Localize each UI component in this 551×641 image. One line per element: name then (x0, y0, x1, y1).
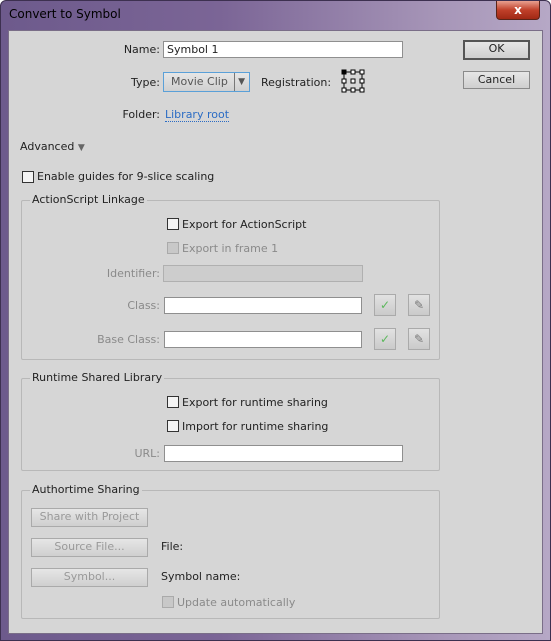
source-file-button[interactable]: Source File... (31, 538, 148, 557)
authortime-legend: Authortime Sharing (30, 483, 142, 496)
advanced-toggle[interactable]: Advanced ▼ (20, 140, 85, 153)
folder-label: Folder: (122, 108, 160, 121)
advanced-label: Advanced (20, 140, 75, 153)
window-title: Convert to Symbol (9, 7, 121, 21)
nine-slice-checkbox[interactable] (22, 171, 34, 183)
ok-button[interactable]: OK (463, 40, 530, 60)
file-label: File: (161, 540, 184, 553)
name-label: Name: (123, 43, 160, 56)
pencil-icon: ✎ (413, 332, 425, 346)
validate-base-class-button[interactable]: ✓ (374, 328, 396, 350)
edit-class-button[interactable]: ✎ (408, 294, 430, 316)
type-label: Type: (131, 76, 160, 89)
export-actionscript-checkbox[interactable] (167, 218, 179, 230)
actionscript-legend: ActionScript Linkage (30, 193, 147, 206)
url-label: URL: (134, 447, 160, 460)
check-icon: ✓ (379, 332, 391, 346)
registration-grid[interactable] (341, 69, 365, 93)
update-automatically-label: Update automatically (177, 596, 296, 609)
name-input[interactable]: Symbol 1 (163, 41, 403, 58)
export-runtime-checkbox[interactable] (167, 396, 179, 408)
identifier-label: Identifier: (106, 267, 160, 280)
url-input[interactable] (164, 445, 403, 462)
class-label: Class: (127, 299, 160, 312)
chevron-down-icon: ▼ (234, 73, 245, 91)
export-frame-checkbox[interactable] (167, 242, 179, 254)
export-runtime-label: Export for runtime sharing (182, 396, 328, 409)
folder-link[interactable]: Library root (165, 108, 230, 122)
import-runtime-checkbox[interactable] (167, 420, 179, 432)
close-button[interactable]: x (496, 1, 540, 20)
check-icon: ✓ (379, 298, 391, 312)
export-actionscript-label: Export for ActionScript (182, 218, 307, 231)
triangle-down-icon: ▼ (77, 143, 85, 153)
cancel-button[interactable]: Cancel (463, 71, 530, 89)
edit-base-class-button[interactable]: ✎ (408, 328, 430, 350)
update-automatically-checkbox[interactable] (162, 596, 174, 608)
base-class-input[interactable] (164, 331, 362, 348)
pencil-icon: ✎ (413, 298, 425, 312)
symbol-button[interactable]: Symbol... (31, 568, 148, 587)
type-dropdown[interactable]: Movie Clip ▼ (163, 72, 250, 92)
base-class-label: Base Class: (97, 333, 160, 346)
symbol-name-label: Symbol name: (161, 570, 241, 583)
registration-label: Registration: (261, 76, 332, 89)
export-frame-label: Export in frame 1 (182, 242, 279, 255)
nine-slice-label: Enable guides for 9-slice scaling (37, 170, 215, 183)
runtime-legend: Runtime Shared Library (30, 371, 165, 384)
share-with-project-button[interactable]: Share with Project (31, 508, 148, 527)
type-value: Movie Clip (171, 75, 228, 88)
class-input[interactable] (164, 297, 362, 314)
import-runtime-label: Import for runtime sharing (182, 420, 329, 433)
identifier-input[interactable] (163, 265, 363, 282)
validate-class-button[interactable]: ✓ (374, 294, 396, 316)
